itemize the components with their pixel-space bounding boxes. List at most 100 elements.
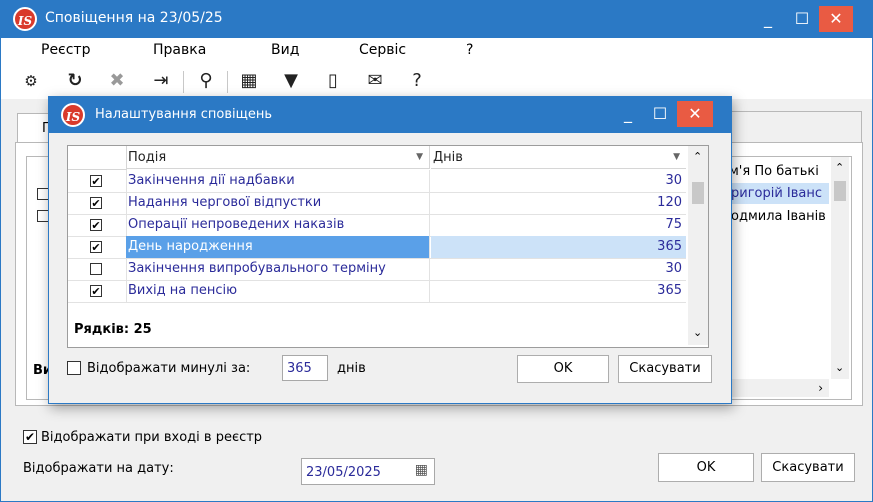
grid-icon[interactable]: ▦	[237, 69, 261, 93]
table-row[interactable]: ✔ Операції непроведених наказів 75	[68, 214, 686, 237]
row-check-cell: ✔	[68, 236, 127, 258]
dialog-ok-button[interactable]: OK	[517, 355, 609, 383]
menu-help[interactable]: ?	[466, 42, 473, 58]
background-column-header: м'я По батькі	[729, 164, 819, 179]
scroll-thumb[interactable]	[692, 182, 704, 204]
background-row-name: ригорій Іванс	[731, 186, 823, 201]
tab-strip-line	[731, 111, 862, 144]
dialog-logo-icon: IS	[61, 103, 85, 127]
calendar-icon[interactable]: ▦	[415, 462, 428, 478]
toolbar-separator	[183, 71, 184, 93]
grid-header-event[interactable]: Подія ▼	[126, 146, 430, 169]
show-on-entry-checkbox[interactable]: ✔	[23, 430, 37, 444]
table-row[interactable]: ✔ День народження 365	[68, 236, 686, 259]
document-icon[interactable]: ▯	[321, 69, 345, 93]
scroll-right-icon[interactable]: ›	[818, 381, 823, 395]
row-days-cell[interactable]: 30	[431, 258, 686, 280]
mail-icon[interactable]: ✉	[363, 69, 387, 93]
dialog-maximize-button[interactable]: ☐	[643, 101, 677, 127]
main-title-bar[interactable]: IS Сповіщення на 23/05/25 _ ☐ ✕	[1, 1, 872, 38]
minimize-button[interactable]: _	[751, 6, 785, 32]
row-count-label: Рядків: 25	[74, 322, 152, 337]
scroll-up-icon[interactable]: ⌃	[835, 161, 844, 174]
background-vertical-scrollbar[interactable]: ⌃ ⌄	[831, 157, 849, 379]
close-button[interactable]: ✕	[819, 6, 853, 32]
row-checkbox[interactable]: ✔	[90, 219, 102, 231]
row-checkbox[interactable]: ✔	[90, 197, 102, 209]
scroll-down-icon[interactable]: ⌄	[693, 326, 702, 339]
menu-registry[interactable]: Реєстр	[41, 42, 90, 58]
clear-filter-icon[interactable]: ✖	[105, 69, 129, 93]
settings-gears-icon[interactable]: ⚙	[19, 69, 43, 93]
background-row-name: одмила Іванів	[731, 209, 826, 224]
dialog-minimize-button[interactable]: _	[611, 101, 645, 127]
row-event-cell[interactable]: Вихід на пенсію	[126, 280, 430, 302]
exit-icon[interactable]: ⇥	[149, 69, 173, 93]
window-title: Сповіщення на 23/05/25	[45, 10, 223, 26]
menu-bar: Реєстр Правка Вид Сервіс ?	[1, 38, 872, 63]
show-past-label: Відображати минулі за:	[87, 361, 251, 376]
row-check-cell: ✔	[68, 192, 127, 214]
show-past-unit: днів	[337, 361, 366, 376]
grid-header-days[interactable]: Днів ▼	[431, 146, 686, 169]
grid-vertical-scrollbar[interactable]: ⌃ ⌄	[688, 146, 708, 345]
filter-icon[interactable]: ▼	[279, 69, 303, 93]
row-event-cell[interactable]: Надання чергової відпустки	[126, 192, 430, 214]
scroll-up-icon[interactable]: ⌃	[693, 150, 702, 163]
row-days-cell[interactable]: 365	[431, 236, 686, 258]
sort-dropdown-icon[interactable]: ▼	[673, 146, 680, 169]
scroll-thumb[interactable]	[834, 181, 846, 201]
row-check-cell: ✔	[68, 280, 127, 302]
settings-dialog: IS Налаштування сповіщень _ ☐ ✕ Подія ▼ …	[48, 96, 732, 404]
grid-header-event-label: Подія	[128, 150, 167, 165]
dialog-close-button[interactable]: ✕	[677, 101, 713, 127]
toolbar: ⚙ ↻ ✖ ⇥ ⚲ ▦ ▼ ▯ ✉ ?	[1, 63, 872, 99]
show-past-checkbox[interactable]	[67, 361, 81, 375]
notifications-grid: Подія ▼ Днів ▼ ✔ Закінчення дії надбавки 3…	[67, 145, 709, 348]
row-event-cell[interactable]: Закінчення випробувального терміну	[126, 258, 430, 280]
dialog-title: Налаштування сповіщень	[95, 107, 273, 122]
row-check-cell: ✔	[68, 214, 127, 236]
row-days-cell[interactable]: 30	[431, 170, 686, 192]
row-check-cell	[68, 258, 127, 280]
menu-view[interactable]: Вид	[271, 42, 299, 58]
show-past-days-value: 365	[287, 361, 312, 376]
maximize-button[interactable]: ☐	[785, 6, 819, 32]
row-checkbox[interactable]: ✔	[90, 285, 102, 297]
row-days-cell[interactable]: 120	[431, 192, 686, 214]
menu-service[interactable]: Сервіс	[359, 42, 406, 58]
row-event-cell[interactable]: Закінчення дії надбавки	[126, 170, 430, 192]
table-row[interactable]: ✔ Вихід на пенсію 365	[68, 280, 686, 303]
show-past-days-input[interactable]: 365	[282, 355, 328, 381]
show-date-value: 23/05/2025	[306, 465, 381, 480]
row-event-cell[interactable]: Операції непроведених наказів	[126, 214, 430, 236]
dialog-title-bar[interactable]: IS Налаштування сповіщень _ ☐ ✕	[49, 97, 731, 133]
refresh-icon[interactable]: ↻	[63, 69, 87, 93]
row-check-cell: ✔	[68, 170, 127, 192]
show-date-input[interactable]: 23/05/2025 ▦	[301, 458, 435, 485]
toolbar-separator	[227, 71, 228, 93]
main-ok-button[interactable]: OK	[658, 453, 754, 482]
table-row[interactable]: ✔ Закінчення дії надбавки 30	[68, 170, 686, 193]
app-logo-icon: IS	[13, 7, 37, 31]
grid-header-days-label: Днів	[433, 150, 463, 165]
search-icon[interactable]: ⚲	[194, 69, 218, 93]
help-icon[interactable]: ?	[405, 69, 429, 93]
main-cancel-button[interactable]: Скасувати	[761, 453, 855, 482]
background-horizontal-scrollbar[interactable]: ›	[729, 379, 829, 397]
row-event-cell[interactable]: День народження	[126, 236, 430, 258]
show-on-entry-label: Відображати при вході в реєстр	[41, 430, 263, 445]
sort-dropdown-icon[interactable]: ▼	[416, 146, 423, 169]
row-checkbox[interactable]: ✔	[90, 241, 102, 253]
row-days-cell[interactable]: 75	[431, 214, 686, 236]
menu-edit[interactable]: Правка	[153, 42, 206, 58]
table-row[interactable]: ✔ Надання чергової відпустки 120	[68, 192, 686, 215]
dialog-cancel-button[interactable]: Скасувати	[618, 355, 712, 383]
scroll-down-icon[interactable]: ⌄	[835, 361, 844, 374]
row-days-cell[interactable]: 365	[431, 280, 686, 302]
grid-header-check	[68, 146, 127, 170]
row-checkbox[interactable]: ✔	[90, 175, 102, 187]
table-row[interactable]: Закінчення випробувального терміну 30	[68, 258, 686, 281]
row-checkbox[interactable]	[90, 263, 102, 275]
show-date-label: Відображати на дату:	[23, 461, 174, 476]
